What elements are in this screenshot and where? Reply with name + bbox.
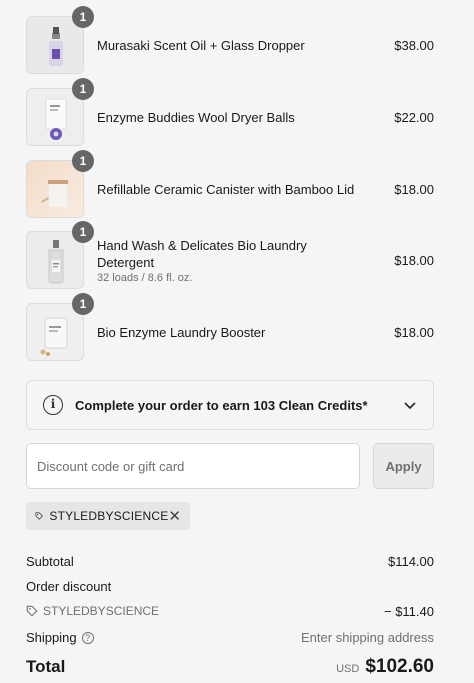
subtotal-label: Subtotal <box>26 553 74 569</box>
quantity-badge: 1 <box>72 78 94 100</box>
product-name: Enzyme Buddies Wool Dryer Balls <box>97 109 295 125</box>
cart-item: 1 Murasaki Scent Oil + Glass Dropper $38… <box>26 6 434 74</box>
product-name: Refillable Ceramic Canister with Bamboo … <box>97 181 355 197</box>
product-thumbnail: 1 <box>26 6 94 74</box>
quantity-badge: 1 <box>72 221 94 243</box>
clean-credits-text: Complete your order to earn 103 Clean Cr… <box>75 397 368 413</box>
cart-item: 1 Refillable Ceramic Canister with Bambo… <box>26 150 434 218</box>
product-thumbnail: 1 <box>26 293 94 361</box>
shipping-value: Enter shipping address <box>301 629 434 645</box>
chevron-down-icon <box>404 402 416 410</box>
tag-icon <box>26 605 38 617</box>
subtotal-row: Subtotal $114.00 <box>26 552 434 570</box>
product-price: $18.00 <box>394 181 434 197</box>
cart-item: 1 Bio Enzyme Laundry Booster $18.00 <box>26 293 434 361</box>
product-thumbnail: 1 <box>26 150 94 218</box>
product-name: Bio Enzyme Laundry Booster <box>97 324 266 340</box>
shipping-label: Shipping <box>26 629 77 645</box>
applied-discount-code: STYLEDBYSCIENCE <box>49 509 169 523</box>
discount-value: − $11.40 <box>383 603 434 619</box>
applied-discount-tag: STYLEDBYSCIENCE ✕ <box>26 502 190 530</box>
shipping-row: Shipping? Enter shipping address <box>26 628 434 646</box>
quantity-badge: 1 <box>72 6 94 28</box>
total-row: Total USD $102.60 <box>26 655 434 679</box>
product-price: $18.00 <box>394 252 434 268</box>
product-price: $18.00 <box>394 324 434 340</box>
clean-credits-disclosure[interactable]: i Complete your order to earn 103 Clean … <box>26 380 434 430</box>
remove-discount-icon[interactable]: ✕ <box>168 509 181 524</box>
question-icon[interactable]: ? <box>81 631 94 644</box>
order-discount-label: Order discount <box>26 578 112 594</box>
product-name: Hand Wash & Delicates Bio Laundry Deterg… <box>97 237 307 270</box>
product-thumbnail: 1 <box>26 78 94 146</box>
product-price: $38.00 <box>394 37 434 53</box>
cart-item: 1 Enzyme Buddies Wool Dryer Balls $22.00 <box>26 78 434 146</box>
product-price: $22.00 <box>394 109 434 125</box>
discount-code-row: STYLEDBYSCIENCE − $11.40 <box>26 602 434 620</box>
product-name: Murasaki Scent Oil + Glass Dropper <box>97 37 305 53</box>
subtotal-value: $114.00 <box>387 553 434 569</box>
cart-item: 1 Hand Wash & Delicates Bio Laundry Dete… <box>26 221 434 289</box>
quantity-badge: 1 <box>72 293 94 315</box>
order-discount-row: Order discount <box>26 577 434 595</box>
currency-code: USD <box>336 663 360 675</box>
total-amount: $102.60 <box>365 656 434 677</box>
product-thumbnail: 1 <box>26 221 94 289</box>
quantity-badge: 1 <box>72 150 94 172</box>
product-variant: 32 loads / 8.6 fl. oz. <box>97 271 193 284</box>
tag-icon <box>35 512 43 520</box>
info-icon: i <box>43 395 63 415</box>
discount-code-input[interactable] <box>26 443 360 489</box>
discount-code-label: STYLEDBYSCIENCE <box>43 604 160 618</box>
apply-discount-button[interactable]: Apply <box>373 443 434 489</box>
total-label: Total <box>26 657 66 676</box>
